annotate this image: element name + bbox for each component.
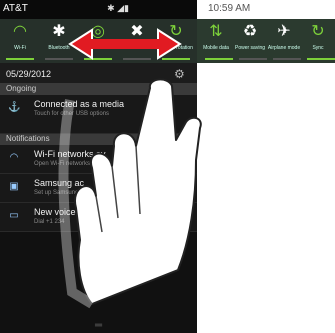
signal-icon: ✱ ◢▮ — [107, 3, 129, 13]
notification-item[interactable]: ◠ Wi-Fi networks av Open Wi-Fi networks — [0, 145, 197, 174]
toggle-screen-rotation[interactable]: ↻ Screen rotation — [156, 19, 196, 63]
toggle-label: GPS — [92, 45, 104, 51]
voicemail-icon: ▭ — [9, 210, 19, 221]
section-ongoing: Ongoing — [0, 83, 197, 95]
bluetooth-icon: ✱ — [52, 23, 66, 40]
wifi-icon: ◠ — [9, 152, 19, 163]
power-saving-icon: ♻ — [242, 23, 258, 40]
toggle-label: Airplane mode — [267, 45, 301, 51]
toggle-bluetooth[interactable]: ✱ Bluetooth — [39, 19, 79, 63]
notification-subtitle: Open Wi-Fi networks — [34, 161, 91, 167]
drag-handle[interactable]: ═ — [0, 318, 197, 333]
toggle-gps[interactable]: ◎ GPS — [78, 19, 118, 63]
notification-item[interactable]: ⚓ Connected as a media Touch for other USB… — [0, 95, 197, 134]
date-label: 05/29/2012 — [6, 69, 52, 79]
toggle-indicator — [84, 58, 112, 60]
sound-icon: ✖ — [130, 23, 144, 40]
toggle-label: Mobile data — [203, 45, 229, 51]
rotation-icon: ↻ — [169, 23, 183, 40]
toggle-indicator — [205, 58, 233, 60]
notification-item[interactable]: ▭ New voice Dial +1 234 — [0, 203, 197, 232]
toggle-airplane-mode[interactable]: ✈ Airplane mode — [267, 19, 301, 63]
toggle-indicator — [239, 58, 267, 60]
toggle-sync[interactable]: ↻ Sync — [301, 19, 335, 63]
notification-title: New voice — [34, 207, 76, 217]
notification-title: Wi-Fi networks av — [34, 149, 106, 159]
sync-icon: ↻ — [311, 23, 325, 40]
airplane-icon: ✈ — [277, 23, 291, 40]
toggle-label: Screen rotation — [159, 45, 193, 51]
carrier-label: AT&T — [3, 3, 28, 14]
toggle-indicator — [6, 58, 34, 60]
status-bar: AT&T ✱ ◢▮ — [0, 0, 197, 19]
mobile-data-icon: ⇅ — [209, 23, 223, 40]
gps-icon: ◎ — [91, 23, 105, 40]
toggle-indicator — [162, 58, 190, 60]
notification-panel: AT&T ✱ ◢▮ ◠ Wi-Fi ✱ Bluetooth ◎ GPS ✖ Sound ↻ Scr… — [0, 0, 197, 333]
section-notifications: Notifications — [0, 133, 197, 145]
quick-settings-bar: ◠ Wi-Fi ✱ Bluetooth ◎ GPS ✖ Sound ↻ Screen rotati… — [0, 19, 197, 63]
toggle-power-saving[interactable]: ♻ Power saving — [233, 19, 267, 63]
gear-icon[interactable]: ⚙ — [174, 67, 185, 81]
toggle-label: Sync — [312, 45, 324, 51]
notification-subtitle: Touch for other USB options — [34, 111, 110, 117]
toggle-indicator — [273, 58, 301, 60]
toggle-indicator — [45, 58, 73, 60]
date-row: 05/29/2012 ⚙ — [0, 63, 197, 83]
toggle-label: Bluetooth — [48, 45, 70, 51]
toggle-label: Sound — [129, 45, 145, 51]
toggle-sound[interactable]: ✖ Sound — [117, 19, 157, 63]
toggle-label: Power saving — [234, 45, 265, 51]
wifi-icon: ◠ — [13, 23, 27, 40]
samsung-account-icon: ▣ — [9, 181, 19, 192]
notification-title: Connected as a media — [34, 99, 125, 109]
toggle-wi-fi[interactable]: ◠ Wi-Fi — [0, 19, 40, 63]
clock: 10:59 AM — [208, 3, 251, 14]
notification-item[interactable]: ▣ Samsung ac Set up Samsung — [0, 174, 197, 203]
toggle-mobile-data[interactable]: ⇅ Mobile data — [199, 19, 233, 63]
notification-title: Samsung ac — [34, 178, 85, 188]
clock-area: 10:59 AM — [198, 0, 274, 19]
quick-settings-bar-extended: ⇅ Mobile data ♻ Power saving ✈ Airplane mode ↻… — [197, 19, 335, 63]
toggle-indicator — [123, 58, 151, 60]
usb-icon: ⚓ — [8, 102, 21, 113]
toggle-label: Wi-Fi — [14, 45, 26, 51]
notification-subtitle: Dial +1 234 — [34, 219, 65, 225]
notification-subtitle: Set up Samsung — [34, 190, 79, 196]
toggle-indicator — [307, 58, 335, 60]
